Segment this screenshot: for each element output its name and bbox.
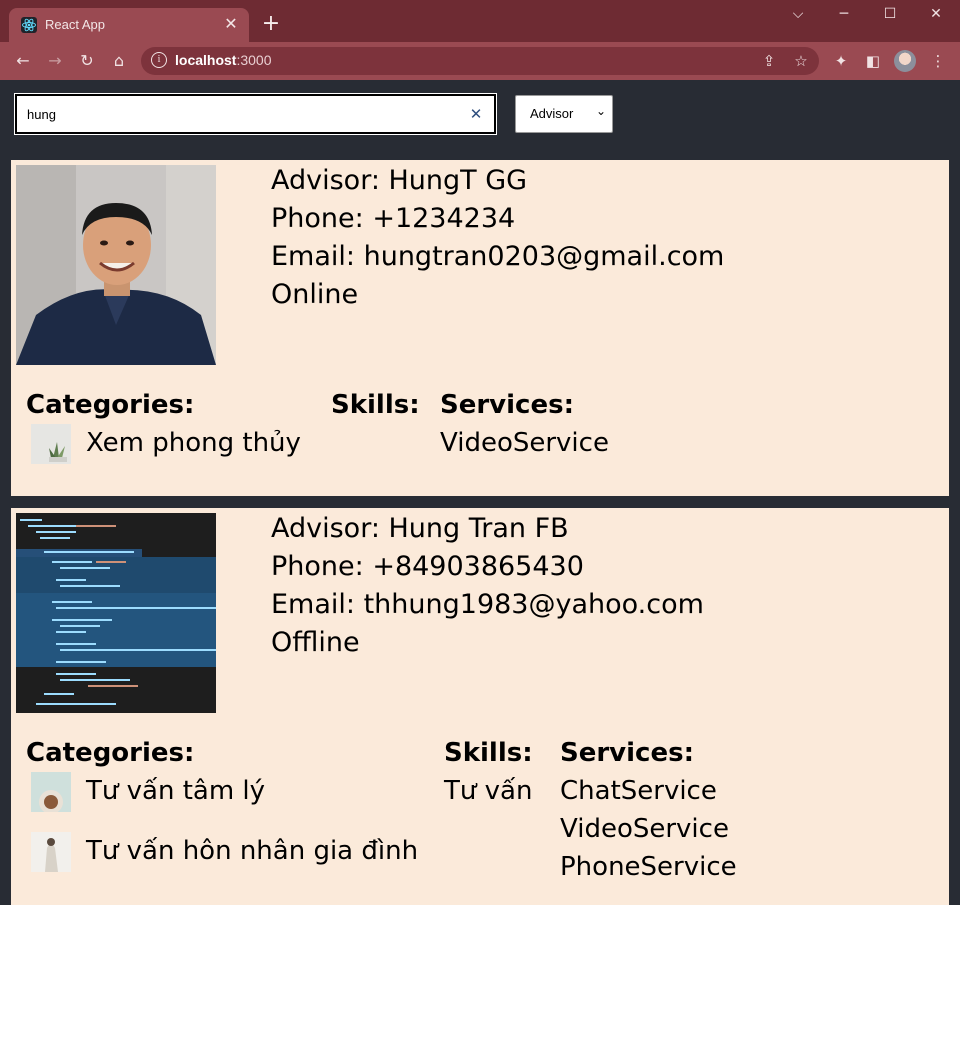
reload-icon[interactable]: ↻ <box>77 51 97 71</box>
categories-heading: Categories: <box>26 390 195 420</box>
browser-tab[interactable]: React App ✕ <box>9 8 249 42</box>
clear-search-icon[interactable]: ✕ <box>468 104 484 124</box>
advisor-info: Advisor: HungT GG Phone: +1234234 Email:… <box>271 162 724 314</box>
advisor-status: Offline <box>271 627 360 658</box>
advisor-name: Advisor: Hung Tran FB <box>271 513 569 544</box>
services-heading: Services: <box>560 738 694 768</box>
profile-avatar[interactable] <box>894 50 916 72</box>
services-heading: Services: <box>440 390 574 420</box>
category-label: Xem phong thủy <box>86 428 301 458</box>
service-item: VideoService <box>440 428 609 458</box>
service-item: VideoService <box>560 814 729 844</box>
menu-kebab-icon[interactable]: ⋮ <box>928 51 948 71</box>
advisor-card: Advisor: HungT GG Phone: +1234234 Email:… <box>11 160 949 496</box>
advisor-name: Advisor: HungT GG <box>271 165 528 196</box>
service-item: PhoneService <box>560 852 737 882</box>
window-close-icon[interactable]: ✕ <box>924 6 948 26</box>
search-input[interactable] <box>17 96 457 132</box>
advisor-photo <box>16 165 216 365</box>
role-select-value: Advisor <box>530 106 574 121</box>
skills-column: Skills: Tư vấn <box>444 734 533 810</box>
advisor-photo <box>16 513 216 713</box>
share-icon[interactable]: ⇪ <box>759 51 779 71</box>
skills-heading: Skills: <box>444 738 533 768</box>
services-column: Services: ChatService VideoService Phone… <box>560 734 737 886</box>
category-item: Tư vấn hôn nhân gia đình <box>26 832 418 872</box>
search-box: ✕ <box>15 94 496 134</box>
forward-icon[interactable]: → <box>45 51 65 71</box>
categories-column: Categories: Xem phong thủy <box>26 386 301 484</box>
categories-heading: Categories: <box>26 738 195 768</box>
tab-title: React App <box>45 17 105 32</box>
advisor-phone: Phone: +1234234 <box>271 203 516 234</box>
maximize-icon[interactable]: ☐ <box>878 6 902 26</box>
category-thumbnail <box>31 832 71 872</box>
category-thumbnail <box>31 424 71 464</box>
service-item: ChatService <box>560 776 717 806</box>
category-label: Tư vấn tâm lý <box>86 776 266 806</box>
advisor-phone: Phone: +84903865430 <box>271 551 584 582</box>
new-tab-icon[interactable]: + <box>260 13 282 36</box>
services-column: Services: VideoService <box>440 386 609 462</box>
browser-tabbar: React App ✕ + ⌵ ─ ☐ ✕ <box>0 0 960 42</box>
tab-search-chevron-icon[interactable]: ⌵ <box>786 6 810 26</box>
category-label: Tư vấn hôn nhân gia đình <box>86 836 419 866</box>
url-host: localhost <box>175 52 237 68</box>
address-bar[interactable]: i localhost:3000 ⇪ ☆ <box>141 47 819 75</box>
home-icon[interactable]: ⌂ <box>109 51 129 71</box>
app-container: ✕ Advisor ⌄ Advisor: HungT GG Phone: <box>0 80 960 905</box>
skill-item: Tư vấn <box>444 776 533 806</box>
bookmark-star-icon[interactable]: ☆ <box>791 51 811 71</box>
skills-column: Skills: <box>331 386 420 424</box>
url-port: :3000 <box>236 52 272 68</box>
advisor-email: Email: thhung1983@yahoo.com <box>271 589 704 620</box>
tab-close-icon[interactable]: ✕ <box>221 14 241 34</box>
categories-column: Categories: Tư vấn tâm lý Tư vấn hôn nhâ… <box>26 734 418 892</box>
site-info-icon[interactable]: i <box>151 52 167 68</box>
chevron-down-icon: ⌄ <box>595 104 606 118</box>
back-icon[interactable]: ← <box>13 51 33 71</box>
minimize-icon[interactable]: ─ <box>832 6 856 26</box>
category-thumbnail <box>31 772 71 814</box>
advisor-status: Online <box>271 279 359 310</box>
extensions-puzzle-icon[interactable]: ✦ <box>831 51 851 71</box>
advisor-info: Advisor: Hung Tran FB Phone: +8490386543… <box>271 510 704 662</box>
category-item: Tư vấn tâm lý <box>26 772 265 814</box>
role-select[interactable]: Advisor ⌄ <box>515 95 613 133</box>
category-item: Xem phong thủy <box>26 424 301 464</box>
react-favicon-icon <box>21 17 37 33</box>
side-panel-icon[interactable]: ◧ <box>863 51 883 71</box>
address-url: localhost:3000 <box>175 52 272 68</box>
advisor-email: Email: hungtran0203@gmail.com <box>271 241 725 272</box>
browser-toolbar: ← → ↻ ⌂ i localhost:3000 ⇪ ☆ ✦ ◧ ⋮ <box>0 42 960 80</box>
skills-heading: Skills: <box>331 390 420 420</box>
advisor-card: Advisor: Hung Tran FB Phone: +8490386543… <box>11 508 949 905</box>
